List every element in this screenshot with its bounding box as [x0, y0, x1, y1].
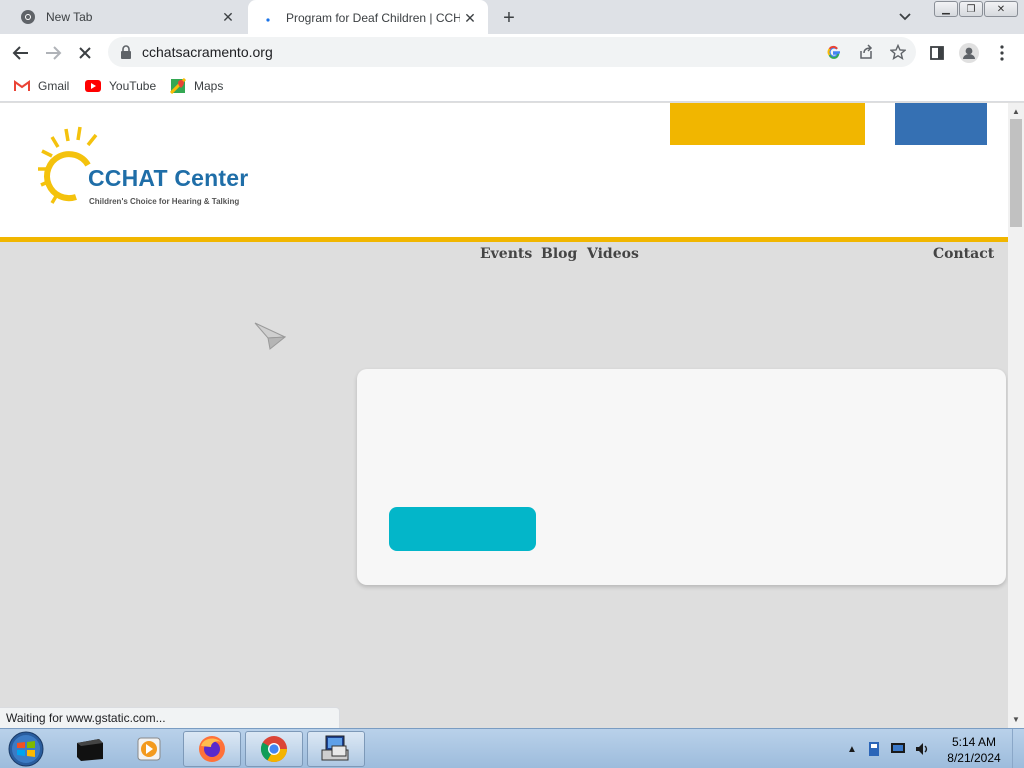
bookmark-label: Gmail	[38, 79, 70, 93]
loading-dot-icon	[260, 10, 276, 26]
nav-videos[interactable]: Videos	[587, 246, 639, 262]
page-viewport: CCHAT Center Children's Choice for Heari…	[0, 103, 1008, 728]
window-controls: ▁ ❐ ✕	[934, 1, 1018, 17]
start-button-icon[interactable]	[6, 731, 46, 767]
nav-contact[interactable]: Contact	[933, 246, 994, 262]
show-hidden-icons-icon[interactable]: ▲	[844, 741, 860, 757]
bookmarks-bar: Gmail YouTube Maps	[0, 70, 1024, 102]
paper-plane-icon	[254, 321, 287, 351]
new-tab-button[interactable]: +	[498, 7, 520, 29]
logo-tagline: Children's Choice for Hearing & Talking	[89, 197, 240, 206]
bookmark-maps[interactable]: Maps	[170, 77, 223, 95]
taskbar-firefox-icon[interactable]	[183, 731, 241, 767]
maps-icon	[170, 78, 186, 94]
tab-title: Program for Deaf Children | CCHAT	[286, 11, 460, 25]
taskbar-network-app-icon[interactable]	[307, 731, 365, 767]
taskbar-terminal-icon[interactable]	[60, 731, 118, 767]
share-icon[interactable]	[858, 44, 874, 60]
tab-title: New Tab	[46, 10, 93, 24]
hero-cta-button[interactable]	[389, 507, 536, 551]
taskbar-chrome-icon[interactable]	[245, 731, 303, 767]
close-window-icon[interactable]: ✕	[984, 1, 1018, 17]
header-yellow-button[interactable]	[670, 103, 865, 145]
screen: New Tab ✕ Program for Deaf Children | CC…	[0, 0, 1024, 768]
tab-search-icon[interactable]	[895, 9, 915, 25]
side-panel-icon[interactable]	[926, 42, 948, 64]
lock-icon[interactable]	[120, 45, 132, 59]
scroll-down-icon[interactable]: ▼	[1008, 712, 1024, 726]
profile-avatar-icon[interactable]	[958, 42, 980, 64]
show-desktop-button[interactable]	[1012, 729, 1024, 768]
chrome-icon	[20, 9, 36, 25]
scrollbar-thumb[interactable]	[1010, 119, 1022, 227]
google-icon[interactable]	[826, 44, 842, 60]
bookmark-label: YouTube	[109, 79, 157, 93]
browser-toolbar: cchatsacramento.org	[0, 34, 1024, 70]
site-header: CCHAT Center Children's Choice for Heari…	[0, 103, 1008, 242]
nav-events[interactable]: Events	[480, 246, 532, 262]
tab-cchat[interactable]: Program for Deaf Children | CCHAT ✕	[248, 0, 488, 36]
minimize-icon[interactable]: ▁	[934, 1, 958, 17]
volume-icon[interactable]	[914, 741, 930, 757]
back-icon[interactable]	[10, 42, 32, 64]
cchat-logo[interactable]: CCHAT Center Children's Choice for Heari…	[38, 125, 288, 207]
menu-kebab-icon[interactable]	[991, 42, 1013, 64]
url-text[interactable]: cchatsacramento.org	[142, 44, 273, 60]
tray-app-icon[interactable]	[866, 741, 882, 757]
stop-loading-icon[interactable]	[74, 42, 96, 64]
network-icon[interactable]	[890, 741, 906, 757]
restore-icon[interactable]: ❐	[959, 1, 983, 17]
gmail-icon	[14, 79, 30, 93]
close-tab-icon[interactable]: ✕	[460, 8, 480, 28]
tab-new-tab[interactable]: New Tab ✕	[8, 0, 246, 34]
forward-icon[interactable]	[42, 42, 64, 64]
taskbar-media-player-icon[interactable]	[120, 731, 178, 767]
scroll-up-icon[interactable]: ▲	[1008, 104, 1024, 118]
address-bar[interactable]: cchatsacramento.org	[108, 37, 916, 67]
bookmark-gmail[interactable]: Gmail	[14, 77, 69, 95]
clock-date: 8/21/2024	[947, 751, 1001, 765]
taskbar: ▲ 5:14 AM 8/21/2024	[0, 728, 1024, 768]
status-bubble: Waiting for www.gstatic.com...	[0, 707, 340, 728]
bookmark-youtube[interactable]: YouTube	[85, 77, 156, 95]
logo-wordmark: CCHAT Center	[88, 165, 249, 191]
tab-strip: New Tab ✕ Program for Deaf Children | CC…	[0, 0, 1024, 36]
bookmark-star-icon[interactable]	[890, 44, 906, 60]
bookmark-label: Maps	[194, 79, 224, 93]
close-tab-icon[interactable]: ✕	[218, 7, 238, 27]
youtube-icon	[85, 79, 101, 93]
clock-time: 5:14 AM	[951, 735, 997, 749]
nav-blog[interactable]: Blog	[541, 246, 577, 262]
header-blue-button[interactable]	[895, 103, 987, 145]
hero-card	[357, 369, 1006, 585]
page-scrollbar[interactable]: ▲ ▼	[1008, 103, 1024, 728]
clock[interactable]: 5:14 AM 8/21/2024	[944, 734, 1004, 766]
